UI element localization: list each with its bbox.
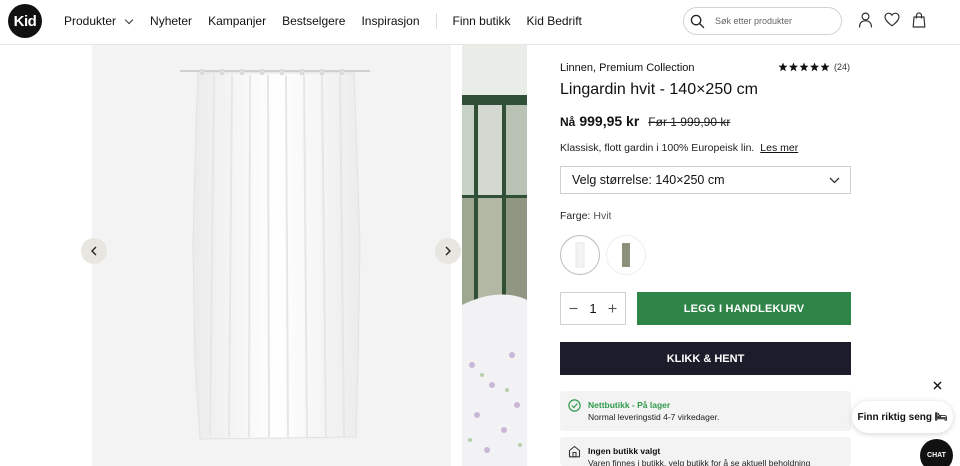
rating[interactable]: (24) — [778, 62, 850, 72]
product-collection[interactable]: Linnen, Premium Collection — [560, 62, 695, 74]
click-and-collect-button[interactable]: KLIKK & HENT — [560, 342, 851, 375]
nav-item-produkter[interactable]: Produkter — [64, 14, 134, 28]
online-stock-status: Nettbutikk - På lager Normal leveringsti… — [560, 391, 851, 431]
store-stock-status[interactable]: Ingen butikk valgt Varen finnes i butikk… — [560, 437, 851, 466]
review-count: (24) — [834, 62, 851, 72]
price-prefix: Nå — [560, 115, 576, 129]
store-status-title: Ingen butikk valgt — [588, 446, 661, 456]
product-image-main — [92, 45, 451, 466]
star-rating-icon — [778, 62, 830, 72]
nav-item-label: Nyheter — [150, 14, 193, 28]
increase-quantity-button[interactable] — [607, 303, 619, 315]
chevron-right-icon — [445, 246, 451, 256]
size-select-value: Velg størrelse: 140×250 cm — [572, 173, 725, 187]
chat-button[interactable]: CHAT — [920, 439, 953, 466]
store-icon — [568, 445, 581, 458]
nav-item-label: Produkter — [64, 14, 117, 28]
price-row: Nå 999,95 kr Før 1 999,90 kr — [560, 113, 730, 129]
heart-icon[interactable] — [884, 12, 900, 27]
nav-item-bestselgere[interactable]: Bestselgere — [282, 14, 345, 28]
quantity-stepper: 1 — [560, 292, 626, 325]
product-description: Klassisk, flott gardin i 100% Europeisk … — [560, 142, 798, 154]
nav-item-label: Bestselgere — [282, 14, 346, 28]
curtain-image — [180, 69, 370, 440]
color-label-text: Farge: — [560, 210, 591, 222]
store-status-text: Varen finnes i butikk, velg butikk for å… — [588, 458, 811, 466]
nav-item-label: Finn butikk — [452, 14, 511, 28]
add-to-cart-button[interactable]: LEGG I HANDLEKURV — [637, 292, 851, 325]
chevron-down-icon — [829, 177, 840, 183]
user-icon[interactable] — [858, 12, 873, 28]
logo[interactable]: Kid — [8, 4, 42, 38]
white-curtain-thumbnail — [575, 242, 585, 268]
read-more-link[interactable]: Les mer — [760, 142, 798, 154]
size-select[interactable]: Velg størrelse: 140×250 cm — [560, 166, 851, 194]
nav-item-inspirasjon[interactable]: Inspirasjon — [361, 14, 419, 28]
color-swatch-white[interactable] — [560, 235, 600, 275]
nav-item-nyheter[interactable]: Nyheter — [150, 14, 192, 28]
nav-item-finn-butikk[interactable]: Finn butikk — [453, 14, 511, 28]
logo-text: Kid — [13, 12, 37, 30]
search-bar — [683, 7, 842, 35]
original-price: Før 1 999,90 kr — [648, 115, 731, 129]
nav-item-label: Kampanjer — [208, 14, 267, 28]
green-curtain-thumbnail — [622, 243, 630, 267]
nav-divider — [435, 13, 437, 29]
shopping-bag-icon[interactable] — [912, 12, 926, 28]
nav-item-label: Kid Bedrift — [526, 14, 582, 28]
color-label: Farge: Hvit — [560, 210, 611, 222]
chevron-left-icon — [91, 246, 97, 256]
check-circle-icon — [568, 399, 581, 412]
gallery-prev-button[interactable] — [81, 238, 107, 264]
product-image-secondary — [462, 45, 527, 466]
product-title: Lingardin hvit - 140×250 cm — [560, 81, 758, 98]
chevron-down-icon — [124, 15, 134, 24]
search-input[interactable] — [715, 16, 825, 26]
search-icon[interactable] — [690, 14, 705, 29]
nav-item-label: Inspirasjon — [361, 14, 420, 28]
quantity-value[interactable]: 1 — [589, 301, 596, 316]
plus-icon — [608, 304, 617, 313]
close-icon — [933, 381, 941, 389]
chat-prompt-bubble[interactable]: Finn riktig seng 🛏 — [852, 401, 953, 433]
room-image — [462, 45, 527, 466]
nav-item-kid-bedrift[interactable]: Kid Bedrift — [527, 14, 582, 28]
color-swatch-green[interactable] — [606, 235, 646, 275]
nav-item-kampanjer[interactable]: Kampanjer — [208, 14, 266, 28]
gallery-next-button[interactable] — [435, 238, 461, 264]
delivery-time-text: Normal leveringstid 4-7 virkedager. — [588, 412, 720, 422]
current-price: 999,95 kr — [579, 113, 640, 129]
chat-close-button[interactable] — [930, 378, 944, 392]
main-nav: Produkter Nyheter Kampanjer Bestselgere … — [64, 0, 582, 42]
stock-status-title: Nettbutikk - På lager — [588, 400, 671, 410]
decrease-quantity-button[interactable] — [567, 303, 579, 315]
minus-icon — [569, 307, 577, 310]
site-header: Kid Produkter Nyheter Kampanjer Bestselg… — [0, 0, 960, 45]
color-value: Hvit — [593, 210, 612, 222]
description-text: Klassisk, flott gardin i 100% Europeisk … — [560, 142, 755, 154]
